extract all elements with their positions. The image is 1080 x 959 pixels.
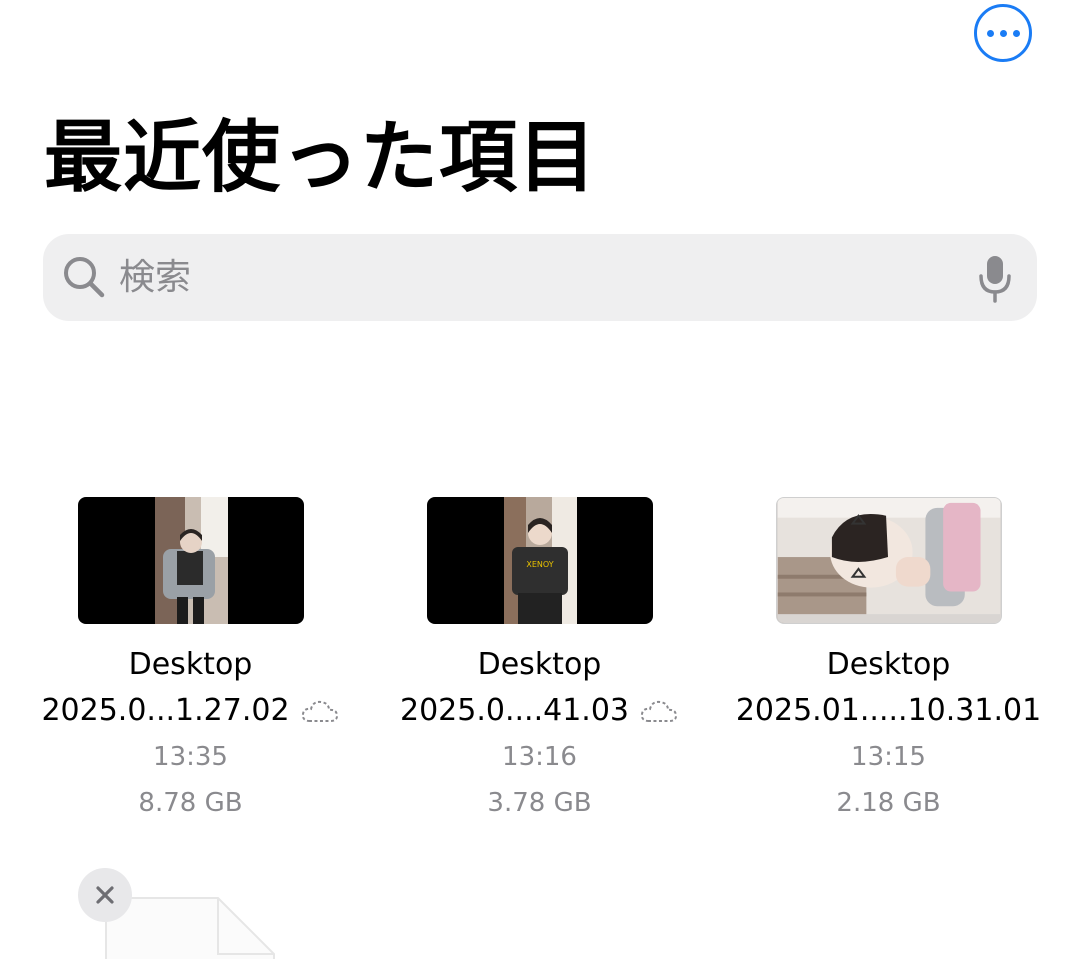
file-name: Desktop [128, 647, 253, 682]
ellipsis-dot [1012, 29, 1020, 37]
file-subtitle-row: 2025.01.....10.31.01 [714, 688, 1063, 734]
search-bar[interactable] [43, 234, 1037, 321]
file-name: Desktop [826, 647, 951, 682]
video-thumbnail[interactable]: XENOY [426, 497, 653, 624]
video-frame-image [777, 498, 1000, 623]
file-item[interactable]: Desktop 2025.0...1.27.02 13:35 8.78 GB [16, 497, 365, 826]
search-icon [64, 257, 105, 298]
video-thumbnail[interactable] [775, 497, 1002, 624]
file-time: 13:16 [502, 742, 577, 772]
file-time: 13:15 [851, 742, 926, 772]
svg-text:XENOY: XENOY [526, 560, 553, 569]
file-item[interactable]: Desktop 2025.01.....10.31.01 13:15 2.18 … [714, 497, 1063, 826]
file-item-placeholder[interactable] [78, 868, 298, 959]
close-icon [96, 886, 114, 904]
file-subtitle-row: 2025.0...1.27.02 [16, 688, 365, 734]
file-name: Desktop [477, 647, 602, 682]
video-thumbnail[interactable] [77, 497, 304, 624]
file-size: 2.18 GB [836, 788, 941, 818]
file-subtitle-row: 2025.0....41.03 [365, 688, 714, 734]
ellipsis-dot [999, 29, 1007, 37]
file-subtitle: 2025.01.....10.31.01 [735, 693, 1042, 728]
microphone-icon[interactable] [977, 254, 1013, 304]
file-subtitle: 2025.0....41.03 [400, 693, 629, 728]
icloud-download-icon[interactable] [639, 697, 679, 725]
video-frame-image [154, 497, 228, 624]
file-subtitle: 2025.0...1.27.02 [41, 693, 290, 728]
remove-button[interactable] [78, 868, 132, 922]
file-size: 8.78 GB [138, 788, 243, 818]
icloud-download-icon[interactable] [300, 697, 340, 725]
ellipsis-circle-icon [986, 29, 994, 37]
more-options-button[interactable] [974, 4, 1032, 62]
search-input[interactable] [119, 234, 939, 321]
file-time: 13:35 [153, 742, 228, 772]
file-item[interactable]: XENOY Desktop 2025.0....41.03 13:16 3.78… [365, 497, 714, 826]
video-frame-image: XENOY [503, 497, 577, 624]
recents-screen: 最近使った項目 Desktop [0, 0, 1080, 959]
page-title: 最近使った項目 [44, 113, 598, 203]
file-size: 3.78 GB [487, 788, 592, 818]
